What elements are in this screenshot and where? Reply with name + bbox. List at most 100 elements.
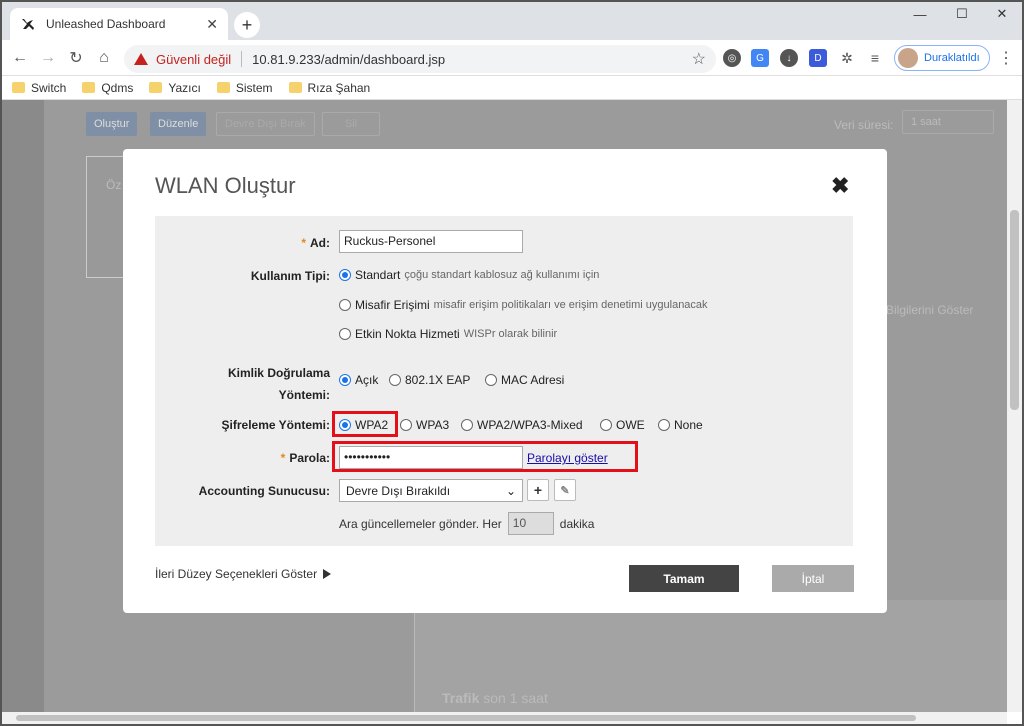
horizontal-scrollbar[interactable] bbox=[2, 712, 1007, 724]
radio-icon bbox=[400, 419, 412, 431]
download-icon[interactable]: ↓ bbox=[780, 49, 798, 67]
bg-traffic-title: Trafik bbox=[442, 690, 480, 706]
interim-row: Ara güncellemeler gönder. Her 10 dakika bbox=[339, 512, 594, 535]
home-icon[interactable]: ⌂ bbox=[92, 46, 116, 70]
menu-icon[interactable]: ⋮ bbox=[998, 48, 1014, 68]
edit-server-icon[interactable]: ✎ bbox=[554, 479, 576, 501]
bg-delete-button: Sil bbox=[322, 112, 380, 136]
not-secure-indicator[interactable]: Güvenli değil bbox=[134, 52, 231, 67]
scroll-thumb[interactable] bbox=[1010, 210, 1019, 410]
usage-hotspot-radio[interactable]: Etkin Nokta Hizmeti WISPr olarak bilinir bbox=[339, 327, 557, 341]
interim-suffix: dakika bbox=[559, 516, 595, 531]
bookmark-star-icon[interactable]: ☆ bbox=[692, 49, 706, 69]
auth-label: Kimlik Doğrulama Yöntemi: bbox=[227, 366, 330, 402]
back-icon[interactable]: ← bbox=[8, 46, 32, 70]
url-text: 10.81.9.233/admin/dashboard.jsp bbox=[252, 51, 446, 67]
password-highlight bbox=[332, 441, 638, 472]
vertical-scrollbar[interactable] bbox=[1007, 100, 1022, 712]
radio-icon bbox=[600, 419, 612, 431]
radio-icon bbox=[339, 269, 351, 281]
usage-guest-radio[interactable]: Misafir Erişimi misafir erişim politikala… bbox=[339, 298, 708, 312]
encryption-label: Şifreleme Yöntemi: bbox=[221, 418, 330, 432]
bookmark-label: Sistem bbox=[235, 80, 273, 95]
enc-owe-radio[interactable]: OWE bbox=[600, 418, 645, 432]
folder-icon bbox=[12, 82, 25, 93]
enc-none-radio[interactable]: None bbox=[658, 418, 703, 432]
bookmarks-bar: Switch Qdms Yazıcı Sistem Rıza Şahan bbox=[2, 76, 1022, 100]
close-tab-icon[interactable]: ✕ bbox=[206, 16, 218, 33]
add-server-button[interactable]: + bbox=[527, 479, 549, 501]
auth-8021x-radio[interactable]: 802.1X EAP bbox=[389, 373, 470, 387]
bookmark-label: Rıza Şahan bbox=[307, 80, 371, 95]
triangle-right-icon bbox=[323, 569, 332, 579]
ok-button[interactable]: Tamam bbox=[629, 565, 739, 592]
accounting-value: Devre Dışı Bırakıldı bbox=[346, 483, 451, 498]
avatar bbox=[898, 48, 918, 68]
accounting-select[interactable]: Devre Dışı Bırakıldı ⌄ bbox=[339, 479, 523, 502]
folder-icon bbox=[216, 82, 230, 93]
bookmark-item[interactable]: Yazıcı bbox=[149, 80, 201, 95]
bg-period-label: Veri süresi: bbox=[834, 118, 894, 132]
scroll-thumb[interactable] bbox=[16, 715, 916, 721]
advanced-options-toggle[interactable]: İleri Düzey Seçenekleri Göster bbox=[155, 567, 332, 581]
bookmark-item[interactable]: Qdms bbox=[82, 81, 133, 95]
radio-icon bbox=[389, 374, 401, 386]
new-tab-button[interactable]: + bbox=[234, 12, 260, 38]
forward-icon[interactable]: → bbox=[36, 46, 60, 70]
enc-mixed-radio[interactable]: WPA2/WPA3-Mixed bbox=[461, 418, 583, 432]
bookmark-label: Qdms bbox=[101, 80, 134, 95]
bg-show-info-link: Bilgilerini Göster bbox=[886, 303, 974, 317]
wpa2-highlight bbox=[332, 411, 398, 437]
tab-title: Unleashed Dashboard bbox=[46, 17, 166, 31]
profile-label: Duraklatıldı bbox=[924, 52, 980, 64]
bg-traffic-sub: son 1 saat bbox=[483, 690, 548, 706]
auth-mac-radio[interactable]: MAC Adresi bbox=[485, 373, 564, 387]
bookmark-label: Switch bbox=[31, 80, 67, 95]
folder-icon bbox=[82, 82, 96, 93]
radio-icon bbox=[339, 374, 351, 386]
address-bar[interactable]: Güvenli değil 10.81.9.233/admin/dashboar… bbox=[124, 45, 716, 73]
ruckus-logo-icon bbox=[20, 16, 36, 32]
divider bbox=[241, 51, 243, 67]
security-label: Güvenli değil bbox=[156, 51, 232, 67]
tab-strip: Unleashed Dashboard ✕ + — ☐ ✕ bbox=[2, 2, 1022, 40]
reload-icon[interactable]: ↻ bbox=[64, 46, 88, 70]
usage-label: Kullanım Tipi: bbox=[250, 269, 330, 283]
bg-create-button: Oluştur bbox=[86, 112, 138, 136]
profile-button[interactable]: Duraklatıldı bbox=[894, 45, 990, 71]
chevron-down-icon: ⌄ bbox=[505, 483, 516, 498]
browser-toolbar: ← → ↻ ⌂ Güvenli değil 10.81.9.233/admin/… bbox=[2, 40, 1022, 76]
bookmark-item[interactable]: Rıza Şahan bbox=[288, 80, 371, 95]
bg-summary-label: Öz bbox=[106, 178, 122, 192]
bg-disable-button: Devre Dışı Bırak bbox=[216, 112, 315, 136]
close-icon[interactable]: ✖ bbox=[831, 173, 849, 199]
maximize-icon[interactable]: ☐ bbox=[942, 2, 982, 26]
extension-icon[interactable]: ◎ bbox=[723, 49, 741, 67]
bookmark-label: Yazıcı bbox=[168, 80, 201, 95]
name-label: * Ad: bbox=[301, 236, 330, 250]
auth-open-radio[interactable]: Açık bbox=[339, 373, 378, 387]
folder-icon bbox=[288, 82, 302, 93]
reading-list-icon[interactable]: ≡ bbox=[866, 49, 884, 67]
name-input[interactable]: Ruckus-Personel bbox=[339, 230, 523, 253]
cancel-button[interactable]: İptal bbox=[772, 565, 854, 592]
radio-icon bbox=[339, 328, 351, 340]
radio-icon bbox=[658, 419, 670, 431]
usage-standard-radio[interactable]: Standart çoğu standart kablosuz ağ kullan… bbox=[339, 268, 599, 282]
warning-icon bbox=[134, 53, 148, 65]
radio-icon bbox=[485, 374, 497, 386]
radio-icon bbox=[339, 299, 351, 311]
tab-unleashed[interactable]: Unleashed Dashboard ✕ bbox=[10, 8, 228, 40]
bg-summary-box bbox=[86, 156, 126, 278]
extension-d-icon[interactable]: D bbox=[809, 49, 827, 67]
wlan-create-dialog: WLAN Oluştur ✖ * Ad: Ruckus-Personel Kull… bbox=[123, 149, 887, 613]
bookmark-item[interactable]: Sistem bbox=[216, 80, 273, 95]
enc-wpa3-radio[interactable]: WPA3 bbox=[400, 418, 449, 432]
interim-input[interactable]: 10 bbox=[507, 512, 554, 535]
bg-edit-button: Düzenle bbox=[150, 112, 207, 136]
minimize-icon[interactable]: — bbox=[900, 2, 940, 26]
close-window-icon[interactable]: ✕ bbox=[982, 2, 1022, 26]
puzzle-icon[interactable]: ✲ bbox=[838, 49, 856, 67]
bookmark-item[interactable]: Switch bbox=[12, 81, 66, 95]
translate-icon[interactable]: G bbox=[751, 49, 769, 67]
